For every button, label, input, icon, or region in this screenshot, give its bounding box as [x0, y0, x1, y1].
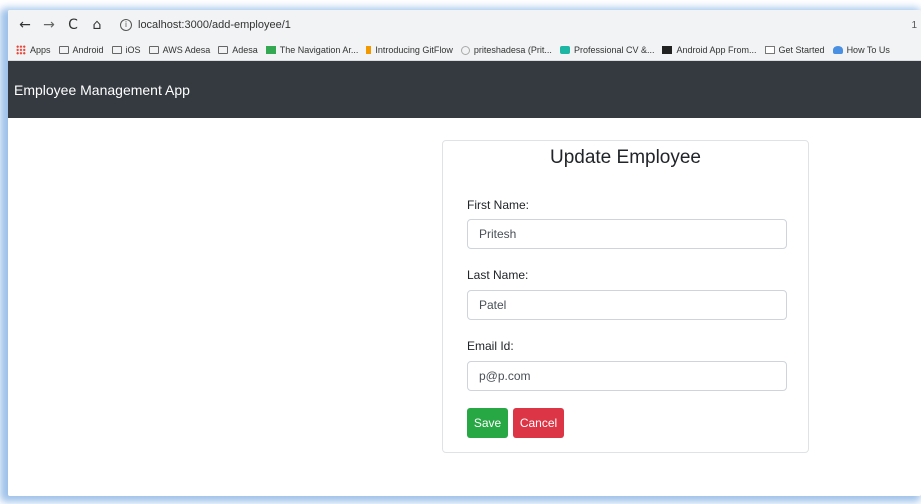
site-icon: [265, 46, 276, 54]
update-employee-card: Update Employee First Name: Last Name: E…: [442, 140, 809, 453]
bookmark-adesa[interactable]: Adesa: [218, 45, 258, 55]
info-icon[interactable]: i: [120, 19, 132, 31]
medium-icon: [662, 46, 673, 54]
bookmark-navigation[interactable]: The Navigation Ar...: [265, 45, 358, 55]
bookmark-apps[interactable]: Apps: [16, 45, 51, 55]
url-field[interactable]: i localhost:3000/add-employee/1: [120, 19, 291, 31]
email-label: Email Id:: [467, 339, 514, 353]
last-name-label: Last Name:: [467, 268, 529, 282]
site-icon: [832, 46, 843, 54]
site-icon: [366, 46, 372, 54]
first-name-input[interactable]: [467, 219, 787, 249]
bookmark-aws-adesa[interactable]: AWS Adesa: [148, 45, 210, 55]
bookmark-android[interactable]: Android: [58, 45, 104, 55]
github-icon: [460, 45, 470, 55]
first-name-label: First Name:: [467, 198, 530, 212]
browser-window: ← → C ⌂ i localhost:3000/add-employee/1 …: [8, 10, 921, 496]
bookmark-android-app[interactable]: Android App From...: [662, 45, 757, 55]
url-text: localhost:3000/add-employee/1: [138, 19, 291, 31]
back-arrow-icon[interactable]: ←: [18, 17, 32, 33]
folder-icon: [58, 46, 69, 54]
reload-icon[interactable]: C: [66, 17, 80, 33]
email-input[interactable]: [467, 361, 787, 391]
bookmarks-bar: Apps Android iOS AWS Adesa Adesa The Nav…: [8, 40, 921, 61]
folder-icon: [111, 46, 122, 54]
home-icon[interactable]: ⌂: [90, 17, 104, 33]
bookmark-github[interactable]: priteshadesa (Prit...: [460, 45, 552, 55]
app-navbar: Employee Management App: [8, 61, 921, 118]
folder-icon: [218, 46, 229, 54]
site-icon: [764, 46, 775, 54]
apps-grid-icon: [16, 45, 26, 55]
cancel-button[interactable]: Cancel: [513, 408, 564, 438]
folder-icon: [148, 46, 159, 54]
app-brand[interactable]: Employee Management App: [14, 82, 190, 98]
bookmark-how-to[interactable]: How To Us: [832, 45, 890, 55]
save-button[interactable]: Save: [467, 408, 508, 438]
screenshot-frame: ← → C ⌂ i localhost:3000/add-employee/1 …: [0, 0, 921, 504]
url-end-text: 1: [911, 19, 917, 31]
bookmark-get-started[interactable]: Get Started: [764, 45, 825, 55]
forward-arrow-icon[interactable]: →: [42, 17, 56, 33]
address-bar: ← → C ⌂ i localhost:3000/add-employee/1 …: [8, 10, 921, 40]
last-name-input[interactable]: [467, 290, 787, 320]
page-title: Update Employee: [549, 147, 702, 168]
site-icon: [559, 46, 570, 54]
bookmark-gitflow[interactable]: Introducing GitFlow: [366, 45, 453, 55]
bookmark-ios[interactable]: iOS: [111, 45, 141, 55]
bookmark-professional-cv[interactable]: Professional CV &...: [559, 45, 654, 55]
